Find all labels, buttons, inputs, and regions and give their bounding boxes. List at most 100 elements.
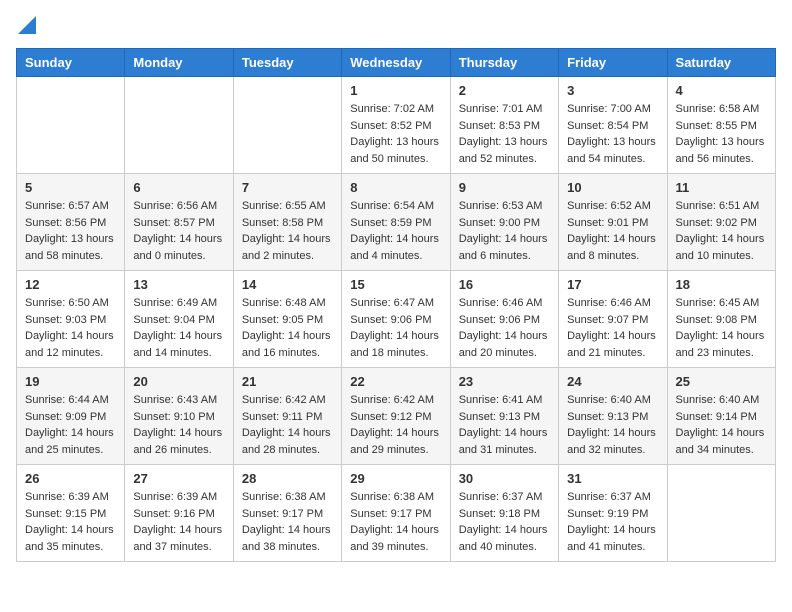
day-number: 8 — [350, 180, 441, 195]
day-cell-13: 13 Sunrise: 6:49 AM Sunset: 9:04 PM Dayli… — [125, 271, 233, 368]
day-cell-25: 25 Sunrise: 6:40 AM Sunset: 9:14 PM Dayli… — [667, 368, 775, 465]
day-cell-17: 17 Sunrise: 6:46 AM Sunset: 9:07 PM Dayli… — [559, 271, 667, 368]
day-info: Sunrise: 6:38 AM Sunset: 9:17 PM Dayligh… — [242, 489, 333, 555]
weekday-tuesday: Tuesday — [233, 49, 341, 77]
day-info: Sunrise: 6:40 AM Sunset: 9:13 PM Dayligh… — [567, 392, 658, 458]
day-cell-31: 31 Sunrise: 6:37 AM Sunset: 9:19 PM Dayli… — [559, 465, 667, 562]
day-cell-11: 11 Sunrise: 6:51 AM Sunset: 9:02 PM Dayli… — [667, 174, 775, 271]
day-number: 13 — [133, 277, 224, 292]
day-number: 25 — [676, 374, 767, 389]
empty-cell — [667, 465, 775, 562]
day-cell-9: 9Sunrise: 6:53 AM Sunset: 9:00 PM Daylig… — [450, 174, 558, 271]
day-cell-6: 6 Sunrise: 6:56 AM Sunset: 8:57 PM Daylig… — [125, 174, 233, 271]
week-row-2: 5 Sunrise: 6:57 AM Sunset: 8:56 PM Daylig… — [17, 174, 776, 271]
page-header — [16, 16, 776, 36]
weekday-friday: Friday — [559, 49, 667, 77]
day-cell-20: 20Sunrise: 6:43 AM Sunset: 9:10 PM Dayli… — [125, 368, 233, 465]
day-info: Sunrise: 6:47 AM Sunset: 9:06 PM Dayligh… — [350, 295, 441, 361]
day-info: Sunrise: 6:39 AM Sunset: 9:15 PM Dayligh… — [25, 489, 116, 555]
day-cell-18: 18Sunrise: 6:45 AM Sunset: 9:08 PM Dayli… — [667, 271, 775, 368]
day-cell-1: 1Sunrise: 7:02 AM Sunset: 8:52 PM Daylig… — [342, 77, 450, 174]
day-info: Sunrise: 6:49 AM Sunset: 9:04 PM Dayligh… — [133, 295, 224, 361]
day-cell-7: 7 Sunrise: 6:55 AM Sunset: 8:58 PM Daylig… — [233, 174, 341, 271]
day-cell-14: 14 Sunrise: 6:48 AM Sunset: 9:05 PM Dayli… — [233, 271, 341, 368]
day-number: 2 — [459, 83, 550, 98]
day-info: Sunrise: 6:46 AM Sunset: 9:06 PM Dayligh… — [459, 295, 550, 361]
day-cell-8: 8 Sunrise: 6:54 AM Sunset: 8:59 PM Daylig… — [342, 174, 450, 271]
week-row-3: 12 Sunrise: 6:50 AM Sunset: 9:03 PM Dayli… — [17, 271, 776, 368]
day-number: 5 — [25, 180, 116, 195]
day-number: 19 — [25, 374, 116, 389]
weekday-saturday: Saturday — [667, 49, 775, 77]
day-cell-3: 3Sunrise: 7:00 AM Sunset: 8:54 PM Daylig… — [559, 77, 667, 174]
day-info: Sunrise: 6:41 AM Sunset: 9:13 PM Dayligh… — [459, 392, 550, 458]
day-number: 29 — [350, 471, 441, 486]
day-number: 20 — [133, 374, 224, 389]
calendar-table: SundayMondayTuesdayWednesdayThursdayFrid… — [16, 48, 776, 562]
day-number: 15 — [350, 277, 441, 292]
day-info: Sunrise: 6:56 AM Sunset: 8:57 PM Dayligh… — [133, 198, 224, 264]
day-number: 9 — [459, 180, 550, 195]
day-cell-19: 19 Sunrise: 6:44 AM Sunset: 9:09 PM Dayli… — [17, 368, 125, 465]
day-number: 10 — [567, 180, 658, 195]
empty-cell — [233, 77, 341, 174]
day-info: Sunrise: 6:44 AM Sunset: 9:09 PM Dayligh… — [25, 392, 116, 458]
day-info: Sunrise: 6:57 AM Sunset: 8:56 PM Dayligh… — [25, 198, 116, 264]
day-cell-26: 26 Sunrise: 6:39 AM Sunset: 9:15 PM Dayli… — [17, 465, 125, 562]
day-info: Sunrise: 6:46 AM Sunset: 9:07 PM Dayligh… — [567, 295, 658, 361]
logo-icon — [18, 16, 36, 34]
day-info: Sunrise: 6:39 AM Sunset: 9:16 PM Dayligh… — [133, 489, 224, 555]
week-row-1: 1Sunrise: 7:02 AM Sunset: 8:52 PM Daylig… — [17, 77, 776, 174]
empty-cell — [125, 77, 233, 174]
weekday-wednesday: Wednesday — [342, 49, 450, 77]
day-info: Sunrise: 6:45 AM Sunset: 9:08 PM Dayligh… — [676, 295, 767, 361]
day-number: 17 — [567, 277, 658, 292]
day-number: 1 — [350, 83, 441, 98]
day-cell-15: 15 Sunrise: 6:47 AM Sunset: 9:06 PM Dayli… — [342, 271, 450, 368]
day-cell-22: 22Sunrise: 6:42 AM Sunset: 9:12 PM Dayli… — [342, 368, 450, 465]
day-number: 30 — [459, 471, 550, 486]
day-info: Sunrise: 6:37 AM Sunset: 9:19 PM Dayligh… — [567, 489, 658, 555]
day-cell-16: 16 Sunrise: 6:46 AM Sunset: 9:06 PM Dayli… — [450, 271, 558, 368]
day-cell-4: 4Sunrise: 6:58 AM Sunset: 8:55 PM Daylig… — [667, 77, 775, 174]
day-number: 31 — [567, 471, 658, 486]
day-cell-30: 30 Sunrise: 6:37 AM Sunset: 9:18 PM Dayli… — [450, 465, 558, 562]
empty-cell — [17, 77, 125, 174]
weekday-sunday: Sunday — [17, 49, 125, 77]
day-number: 3 — [567, 83, 658, 98]
day-number: 23 — [459, 374, 550, 389]
day-cell-10: 10 Sunrise: 6:52 AM Sunset: 9:01 PM Dayli… — [559, 174, 667, 271]
day-cell-27: 27 Sunrise: 6:39 AM Sunset: 9:16 PM Dayli… — [125, 465, 233, 562]
day-info: Sunrise: 6:48 AM Sunset: 9:05 PM Dayligh… — [242, 295, 333, 361]
day-info: Sunrise: 6:40 AM Sunset: 9:14 PM Dayligh… — [676, 392, 767, 458]
day-info: Sunrise: 6:54 AM Sunset: 8:59 PM Dayligh… — [350, 198, 441, 264]
day-info: Sunrise: 6:52 AM Sunset: 9:01 PM Dayligh… — [567, 198, 658, 264]
day-info: Sunrise: 6:50 AM Sunset: 9:03 PM Dayligh… — [25, 295, 116, 361]
day-number: 6 — [133, 180, 224, 195]
day-cell-29: 29 Sunrise: 6:38 AM Sunset: 9:17 PM Dayli… — [342, 465, 450, 562]
day-number: 26 — [25, 471, 116, 486]
day-info: Sunrise: 6:42 AM Sunset: 9:12 PM Dayligh… — [350, 392, 441, 458]
day-number: 12 — [25, 277, 116, 292]
day-number: 27 — [133, 471, 224, 486]
week-row-5: 26 Sunrise: 6:39 AM Sunset: 9:15 PM Dayli… — [17, 465, 776, 562]
day-info: Sunrise: 6:58 AM Sunset: 8:55 PM Dayligh… — [676, 101, 767, 167]
logo — [16, 16, 36, 36]
day-cell-23: 23 Sunrise: 6:41 AM Sunset: 9:13 PM Dayli… — [450, 368, 558, 465]
day-info: Sunrise: 6:55 AM Sunset: 8:58 PM Dayligh… — [242, 198, 333, 264]
day-number: 24 — [567, 374, 658, 389]
day-cell-2: 2 Sunrise: 7:01 AM Sunset: 8:53 PM Daylig… — [450, 77, 558, 174]
day-info: Sunrise: 6:38 AM Sunset: 9:17 PM Dayligh… — [350, 489, 441, 555]
day-cell-21: 21Sunrise: 6:42 AM Sunset: 9:11 PM Dayli… — [233, 368, 341, 465]
weekday-monday: Monday — [125, 49, 233, 77]
day-info: Sunrise: 6:51 AM Sunset: 9:02 PM Dayligh… — [676, 198, 767, 264]
day-number: 7 — [242, 180, 333, 195]
day-info: Sunrise: 6:37 AM Sunset: 9:18 PM Dayligh… — [459, 489, 550, 555]
day-cell-12: 12 Sunrise: 6:50 AM Sunset: 9:03 PM Dayli… — [17, 271, 125, 368]
week-row-4: 19 Sunrise: 6:44 AM Sunset: 9:09 PM Dayli… — [17, 368, 776, 465]
day-number: 11 — [676, 180, 767, 195]
day-info: Sunrise: 7:01 AM Sunset: 8:53 PM Dayligh… — [459, 101, 550, 167]
weekday-thursday: Thursday — [450, 49, 558, 77]
day-number: 14 — [242, 277, 333, 292]
day-number: 16 — [459, 277, 550, 292]
